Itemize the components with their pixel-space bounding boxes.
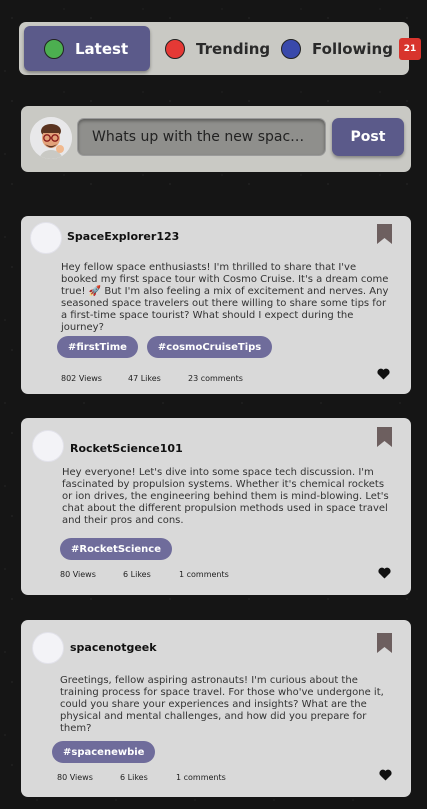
tab-following[interactable]: Following 21 <box>281 26 421 71</box>
green-dot-icon <box>44 38 64 59</box>
views-count: 80 Views <box>57 773 93 782</box>
post-username[interactable]: RocketScience101 <box>70 442 183 455</box>
like-heart-icon[interactable] <box>379 769 392 781</box>
post-card: SpaceExplorer123 Hey fellow space enthus… <box>21 216 411 394</box>
bookmark-icon[interactable] <box>377 224 392 244</box>
tab-trending-label: Trending <box>196 39 271 58</box>
comments-count[interactable]: 1 comments <box>176 773 226 782</box>
post-button[interactable]: Post <box>332 118 404 156</box>
like-heart-icon[interactable] <box>377 368 390 380</box>
comments-count[interactable]: 1 comments <box>179 570 229 579</box>
memoji-avatar-icon <box>30 117 72 159</box>
post-body: Hey everyone! Let's dive into some space… <box>62 467 389 526</box>
following-count-badge: 21 <box>398 37 421 60</box>
likes-count: 6 Likes <box>123 570 151 579</box>
post-username[interactable]: SpaceExplorer123 <box>67 230 179 243</box>
bookmark-icon[interactable] <box>377 633 392 653</box>
post-body: Hey fellow space enthusiasts! I'm thrill… <box>61 262 389 333</box>
tab-trending[interactable]: Trending <box>165 26 270 71</box>
post-input[interactable]: Whats up with the new space st.. <box>77 118 326 156</box>
likes-count: 47 Likes <box>128 374 161 383</box>
tag-chip[interactable]: #RocketScience <box>60 538 172 560</box>
comments-count[interactable]: 23 comments <box>188 374 243 383</box>
views-count: 80 Views <box>60 570 96 579</box>
tag-list: #spacenewbie <box>52 741 164 763</box>
avatar[interactable] <box>32 430 64 462</box>
tag-list: #firstTime #cosmoCruiseTips <box>57 336 281 358</box>
like-heart-icon[interactable] <box>378 567 391 579</box>
likes-count: 6 Likes <box>120 773 148 782</box>
views-count: 802 Views <box>61 374 102 383</box>
post-username[interactable]: spacenotgeek <box>70 641 157 654</box>
post-composer: Whats up with the new space st.. Post <box>21 106 411 172</box>
post-card: spacenotgeek Greetings, fellow aspiring … <box>21 620 411 797</box>
red-dot-icon <box>165 38 185 59</box>
blue-dot-icon <box>281 38 301 59</box>
tab-latest[interactable]: Latest <box>24 26 150 71</box>
bookmark-icon[interactable] <box>377 427 392 447</box>
user-avatar[interactable] <box>30 117 72 159</box>
tag-chip[interactable]: #spacenewbie <box>52 741 156 763</box>
tab-latest-label: Latest <box>75 39 129 58</box>
tab-following-label: Following <box>312 39 393 58</box>
post-body: Greetings, fellow aspiring astronauts! I… <box>60 675 384 734</box>
feed-tabs-bar: Latest Trending Following 21 <box>19 22 421 75</box>
avatar[interactable] <box>30 222 62 254</box>
post-card: RocketScience101 Hey everyone! Let's div… <box>21 418 411 595</box>
tag-chip[interactable]: #firstTime <box>57 336 138 358</box>
tag-list: #RocketScience <box>60 538 181 560</box>
avatar[interactable] <box>32 632 64 664</box>
tag-chip[interactable]: #cosmoCruiseTips <box>146 336 273 358</box>
